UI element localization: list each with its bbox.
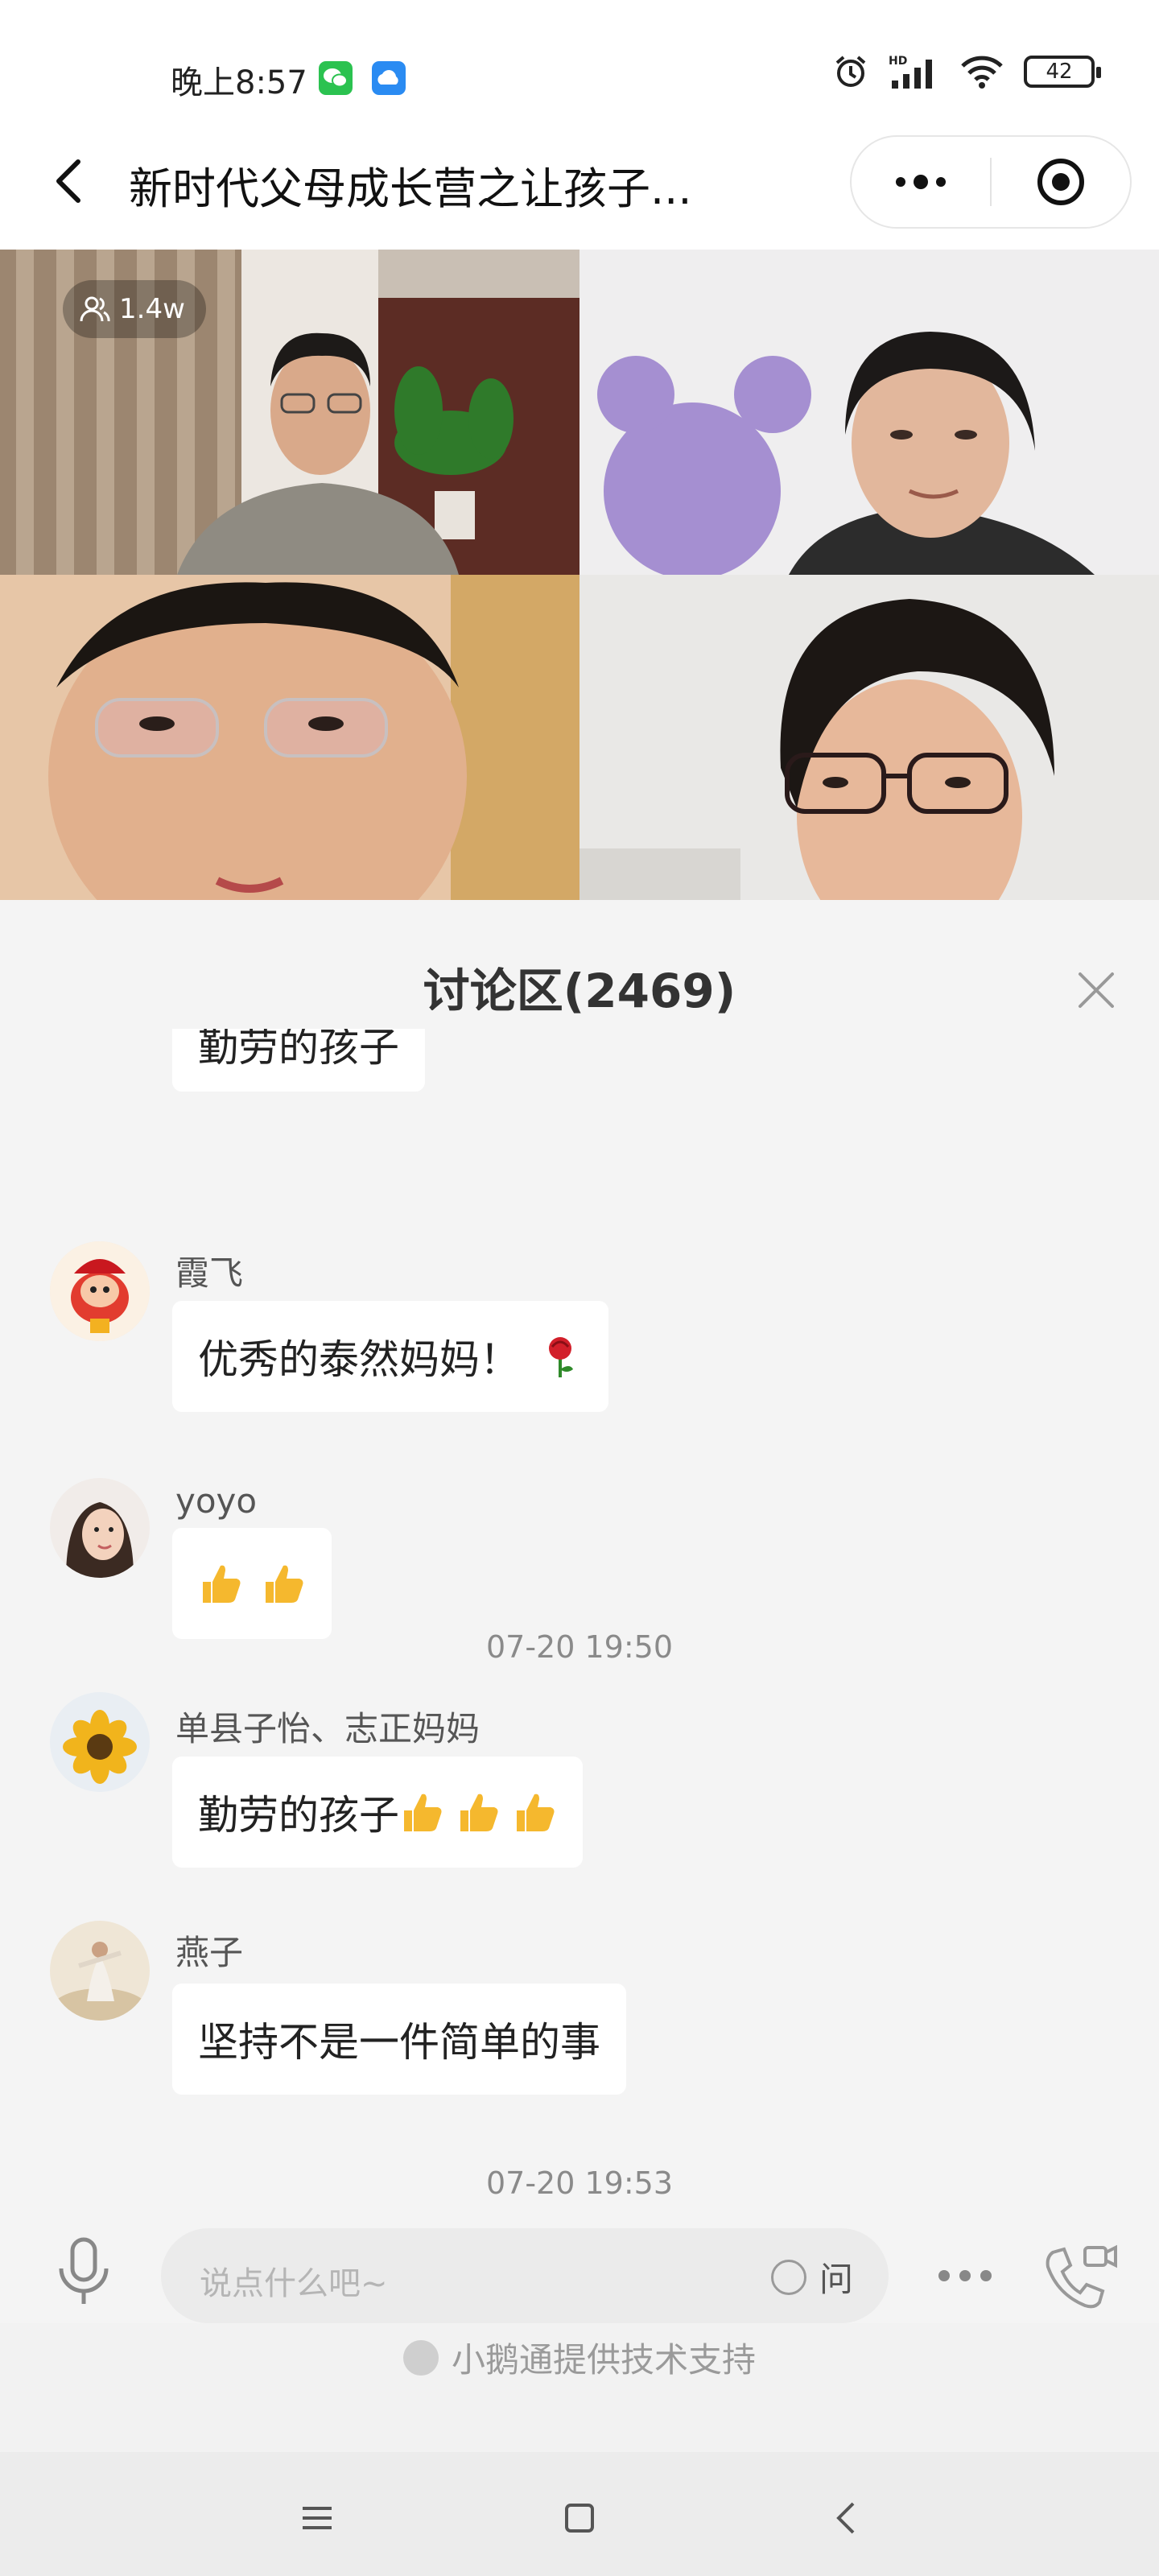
thumbs-up-icon [404,1794,442,1831]
battery-icon: 42 [1024,56,1101,88]
tech-support-note: 小鹅通提供技术支持 [0,2333,1159,2382]
avatar[interactable] [50,1921,150,2021]
video-call-icon[interactable] [1038,2241,1119,2314]
message-text: 勤劳的孩子 [198,1029,399,1071]
rose-icon [549,1337,573,1377]
status-icons: HD 42 [832,53,1101,90]
video-tile-guest-3[interactable] [580,575,1159,900]
input-placeholder: 说点什么吧~ [200,2265,388,2302]
more-options-button[interactable] [929,2256,1001,2296]
target-circle-icon [1037,159,1084,205]
guest-video-frame [0,575,580,900]
support-text: 小鹅通提供技术支持 [451,2340,756,2380]
alarm-icon [835,56,866,87]
status-time: 晚上8:57 [171,64,307,101]
sender-name: 单县子怡、志正妈妈 [175,1709,481,1748]
message-text: 坚持不是一件简单的事 [198,2019,600,2066]
comment-input[interactable]: 说点什么吧~ 问 [161,2228,889,2323]
home-icon[interactable] [555,2494,604,2542]
message-bubble: 勤劳的孩子 [172,1757,583,1868]
thumbs-up-icon [203,1565,241,1603]
avatar[interactable] [50,1692,150,1792]
sender-name: 霞飞 [175,1253,244,1293]
close-mini-program-button[interactable] [992,137,1130,227]
svg-text:HD: HD [889,55,907,68]
video-grid[interactable] [0,250,1159,900]
dancer-avatar-image [50,1921,150,2021]
video-tile-guest-1[interactable] [580,250,1159,575]
discussion-title: 讨论区(2469) [423,964,736,1018]
cloud-icon [372,61,406,95]
ask-question-toggle[interactable]: 问 [770,2252,853,2301]
back-button[interactable] [40,153,97,209]
more-dots-icon [896,175,946,189]
page-title: 新时代父母成长营之让孩子... [129,163,692,214]
hd-signal-icon: HD [889,55,932,89]
ask-label: 问 [819,2260,853,2299]
more-menu-button[interactable] [852,137,990,227]
avatar[interactable] [50,1241,150,1341]
message-text: 优秀的泰然妈妈！ [198,1336,520,1383]
people-icon [80,296,110,322]
timestamp: 07-20 19:53 [485,2165,673,2201]
radio-icon [770,2259,806,2295]
input-bar: 说点什么吧~ 问 [0,2204,1159,2323]
live-room-page: 晚上8:57 HD 42 新时代父母成长营之让孩子... 1.4w 讨论区(24… [0,0,1159,2576]
thumbs-up-icon [517,1794,555,1831]
guest-video-frame [580,575,1159,900]
back-icon[interactable] [823,2494,871,2542]
discussion-header: 讨论区(2469) [0,900,1159,1029]
menu-icon[interactable] [293,2494,341,2542]
wechat-icon [319,61,353,95]
mini-program-capsule [850,135,1132,229]
chevron-left-icon [56,159,80,203]
sender-name: 燕子 [175,1933,244,1972]
message-list[interactable]: 勤劳的孩子 霞飞 优秀的泰然妈妈！ yoyo 07-20 19:50 单县子怡、… [0,1029,1159,2293]
sunflower-avatar-image [50,1692,150,1792]
microphone-icon[interactable] [52,2236,116,2309]
sender-name: yoyo [175,1481,258,1521]
guest-video-frame [580,250,1159,575]
message-bubble: 坚持不是一件简单的事 [172,1984,626,2095]
wifi-icon [961,56,1003,89]
message-bubble: 勤劳的孩子 [172,1029,425,1092]
viewer-count: 1.4w [119,293,185,325]
discussion-panel: 讨论区(2469) 勤劳的孩子 霞飞 优秀的泰然妈妈！ yoyo 07-20 1… [0,900,1159,2204]
system-navigation-bar [0,2452,1159,2576]
close-icon[interactable] [1072,966,1120,1014]
cartoon-avatar-image [50,1241,150,1341]
nav-bar: 新时代父母成长营之让孩子... [0,121,1159,250]
thumbs-up-icon [460,1794,498,1831]
message-bubble: 优秀的泰然妈妈！ [172,1301,608,1412]
message-bubble [172,1528,332,1639]
viewer-count-badge: 1.4w [63,280,206,338]
avatar[interactable] [50,1478,150,1578]
thumbs-up-icon [266,1565,303,1603]
message-text: 勤劳的孩子 [198,1792,399,1839]
portrait-avatar-image [50,1478,150,1578]
timestamp: 07-20 19:50 [485,1629,673,1665]
xiaoetong-logo-icon [402,2339,439,2376]
video-tile-guest-2[interactable] [0,575,580,900]
